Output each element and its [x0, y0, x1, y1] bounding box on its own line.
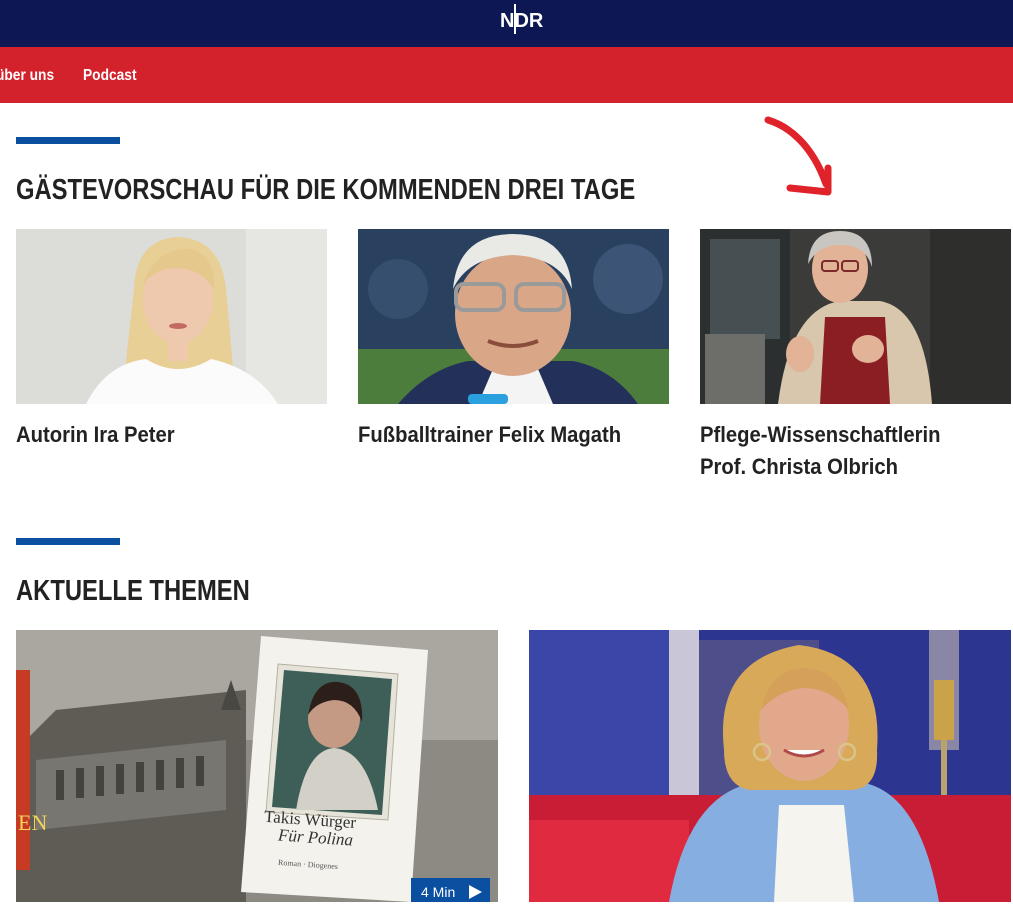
guest-image-ira-peter[interactable] — [16, 229, 327, 404]
topic-image-book[interactable]: EN Takis Würger Für Polina Roman · Dioge… — [16, 630, 498, 902]
ndr-logo[interactable]: NDR — [500, 8, 543, 34]
guest-caption-line: Fußballtrainer Felix Magath — [358, 422, 622, 447]
guest-caption-ira-peter[interactable]: Autorin Ira Peter — [16, 419, 175, 451]
arrow-annotation-icon — [764, 116, 832, 196]
svg-text:EN: EN — [18, 810, 47, 835]
top-header-bar: NDR — [0, 0, 1013, 47]
guest-caption-line: Autorin Ira Peter — [16, 422, 175, 447]
video-duration-badge[interactable]: 4 Min — [411, 878, 490, 902]
section-accent-bar — [16, 137, 120, 144]
guest-image-felix-magath[interactable] — [358, 229, 669, 404]
section-title-topics: AKTUELLE THEMEN — [16, 575, 250, 607]
logo-divider — [514, 4, 516, 34]
section-accent-bar — [16, 538, 120, 545]
play-icon — [469, 885, 482, 899]
guest-image-christa-olbrich[interactable] — [700, 229, 1011, 404]
nav-item-ueber-uns[interactable]: über uns — [0, 47, 54, 103]
guest-caption-felix-magath[interactable]: Fußballtrainer Felix Magath — [358, 419, 621, 451]
duration-label: 4 Min — [421, 884, 456, 900]
nav-item-podcast[interactable]: Podcast — [83, 47, 137, 103]
guest-caption-christa-olbrich[interactable]: Pflege-Wissenschaftlerin Prof. Christa O… — [700, 419, 941, 483]
topic-image-studio-guest[interactable] — [529, 630, 1011, 902]
main-navigation: über uns Podcast — [0, 47, 1013, 103]
section-title-guests: GÄSTEVORSCHAU FÜR DIE KOMMENDEN DREI TAG… — [16, 174, 636, 206]
guest-caption-line: Pflege-Wissenschaftlerin — [700, 422, 941, 447]
guest-caption-line: Prof. Christa Olbrich — [700, 454, 898, 479]
